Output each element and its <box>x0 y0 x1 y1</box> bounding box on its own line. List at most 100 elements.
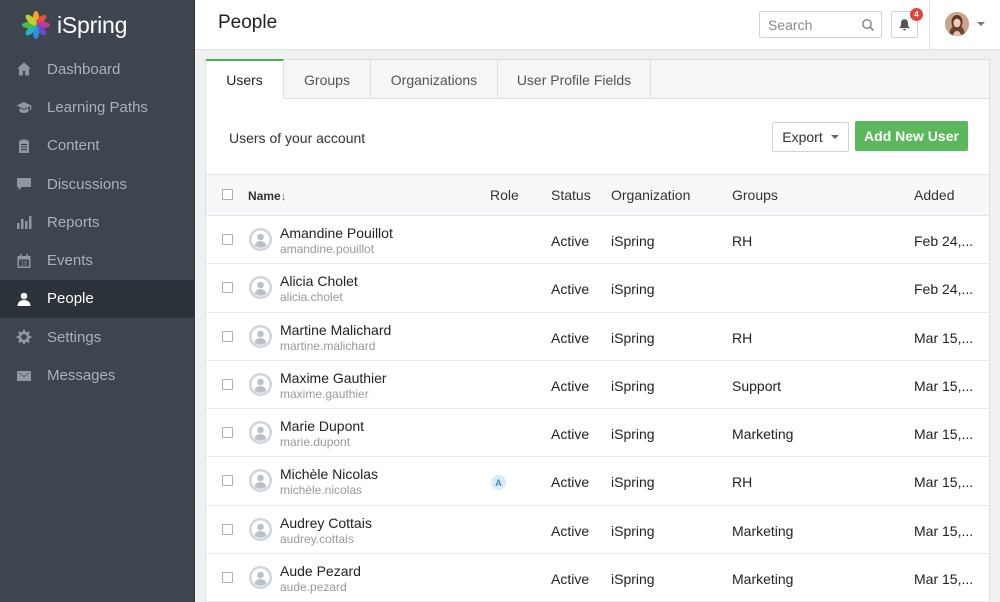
table-row[interactable]: Martine Malichard martine.malichard Active… <box>206 313 989 361</box>
calendar-icon: 15 <box>15 252 33 270</box>
row-checkbox[interactable] <box>222 572 233 584</box>
user-icon <box>15 290 33 308</box>
tab-organizations[interactable]: Organizations <box>371 60 498 99</box>
status-cell: Active <box>551 426 590 443</box>
user-name[interactable]: Michèle Nicolas <box>280 466 378 482</box>
logo-text: iSpring <box>57 11 128 38</box>
sort-arrow-icon: ↓ <box>280 191 287 203</box>
tab-bar: Users Groups Organizations User Profile Fie… <box>206 59 989 99</box>
header-divider <box>929 0 930 50</box>
groups-cell: Support <box>732 377 782 394</box>
added-cell: Mar 15,... <box>914 522 974 539</box>
sidebar-item-label: Content <box>47 137 100 155</box>
people-panel: Users Groups Organizations User Profile Fie… <box>205 59 990 602</box>
tab-groups[interactable]: Groups <box>284 60 371 99</box>
clipboard-icon <box>15 137 33 155</box>
table-row[interactable]: Marie Dupont marie.dupont Active iSpring Mar… <box>206 409 989 458</box>
groups-cell: RH <box>732 233 753 249</box>
status-cell: Active <box>551 474 590 491</box>
column-header-groups[interactable]: Groups <box>732 187 778 203</box>
users-toolbar: Users of your account Export Add New Use… <box>206 99 989 175</box>
status-cell: Active <box>551 233 590 249</box>
envelope-icon <box>15 367 33 385</box>
column-header-status[interactable]: Status <box>551 187 591 203</box>
user-name[interactable]: Alicia Cholet <box>280 273 358 289</box>
user-name[interactable]: Maxime Gauthier <box>280 370 387 386</box>
user-name[interactable]: Audrey Cottais <box>280 515 372 531</box>
avatar <box>249 324 272 348</box>
user-login: michèle.nicolas <box>280 483 363 498</box>
sidebar-item-discussions[interactable]: Discussions <box>0 165 194 203</box>
organization-cell: iSpring <box>611 377 655 394</box>
role-badge: A <box>491 475 506 491</box>
sidebar-item-dashboard[interactable]: Dashboard <box>0 50 194 88</box>
section-title: Users of your account <box>229 130 366 146</box>
avatar <box>249 517 272 541</box>
sidebar-item-learning-paths[interactable]: Learning Paths <box>0 88 194 126</box>
user-name[interactable]: Amandine Pouillot <box>280 225 393 241</box>
organization-cell: iSpring <box>611 474 655 491</box>
logo[interactable]: iSpring <box>0 0 194 50</box>
chevron-down-icon <box>830 135 839 139</box>
search-box[interactable] <box>759 11 882 38</box>
page-title: People <box>218 12 278 33</box>
home-icon <box>15 60 33 78</box>
sidebar-item-settings[interactable]: Settings <box>0 318 194 356</box>
search-input[interactable] <box>768 16 860 33</box>
row-checkbox[interactable] <box>222 330 233 342</box>
sidebar-item-people[interactable]: People <box>0 279 194 319</box>
row-checkbox[interactable] <box>222 523 233 535</box>
added-cell: Feb 24,... <box>914 233 974 249</box>
sidebar-item-label: Learning Paths <box>47 98 148 116</box>
user-menu-caret-icon[interactable] <box>977 22 985 26</box>
export-dropdown-button[interactable]: Export <box>772 122 849 152</box>
sidebar-item-reports[interactable]: Reports <box>0 203 194 241</box>
gear-icon <box>15 328 33 346</box>
user-name[interactable]: Marie Dupont <box>280 418 364 434</box>
sidebar-item-label: Reports <box>47 213 100 231</box>
organization-cell: iSpring <box>611 233 655 249</box>
sidebar-item-events[interactable]: 15 Events <box>0 241 194 279</box>
row-checkbox[interactable] <box>222 234 233 245</box>
column-header-added[interactable]: Added <box>914 187 954 203</box>
tab-user-profile-fields[interactable]: User Profile Fields <box>498 60 651 99</box>
user-photo-icon <box>945 12 969 36</box>
add-new-user-button[interactable]: Add New User <box>855 121 968 151</box>
table-row[interactable]: Alicia Cholet alicia.cholet Active iSpring F… <box>206 264 989 313</box>
avatar <box>249 276 272 300</box>
row-checkbox[interactable] <box>222 282 233 294</box>
sidebar-item-content[interactable]: Content <box>0 127 194 165</box>
added-cell: Mar 15,... <box>914 377 974 394</box>
notifications-button[interactable]: 4 <box>891 8 923 38</box>
column-name-label: Name <box>248 189 281 203</box>
user-name[interactable]: Martine Malichard <box>280 322 391 338</box>
user-login: alicia.cholet <box>280 290 343 305</box>
sidebar-item-label: People <box>47 290 94 308</box>
avatar <box>249 372 272 396</box>
table-row[interactable]: Aude Pezard aude.pezard Active iSpring Marke… <box>206 554 989 602</box>
search-icon[interactable] <box>861 18 875 32</box>
user-avatar[interactable] <box>945 12 969 36</box>
chat-icon <box>15 175 33 193</box>
select-all-checkbox[interactable] <box>222 189 233 200</box>
user-name[interactable]: Aude Pezard <box>280 563 361 579</box>
row-checkbox[interactable] <box>222 378 233 390</box>
table-row[interactable]: Audrey Cottais audrey.cottais Active iSprin… <box>206 506 989 555</box>
user-login: marie.dupont <box>280 435 351 450</box>
row-checkbox[interactable] <box>222 427 233 439</box>
status-cell: Active <box>551 281 590 298</box>
row-checkbox[interactable] <box>222 475 233 487</box>
sidebar-item-messages[interactable]: Messages <box>0 356 194 394</box>
column-header-role[interactable]: Role <box>490 187 519 203</box>
column-header-name[interactable]: Name↓ <box>248 189 286 203</box>
table-row[interactable]: Michèle Nicolas michèle.nicolas A Active iSp… <box>206 457 989 506</box>
sidebar-item-label: Discussions <box>47 175 128 193</box>
table-row[interactable]: Maxime Gauthier maxime.gauthier Active iSpr… <box>206 361 989 410</box>
table-row[interactable]: Amandine Pouillot amandine.pouillot Active… <box>206 216 989 265</box>
tab-users[interactable]: Users <box>206 59 284 99</box>
column-header-organization[interactable]: Organization <box>611 187 690 203</box>
notification-count-badge: 4 <box>910 8 923 21</box>
sidebar-item-label: Events <box>47 252 93 270</box>
sidebar-item-label: Settings <box>47 328 102 346</box>
avatar <box>249 469 272 493</box>
